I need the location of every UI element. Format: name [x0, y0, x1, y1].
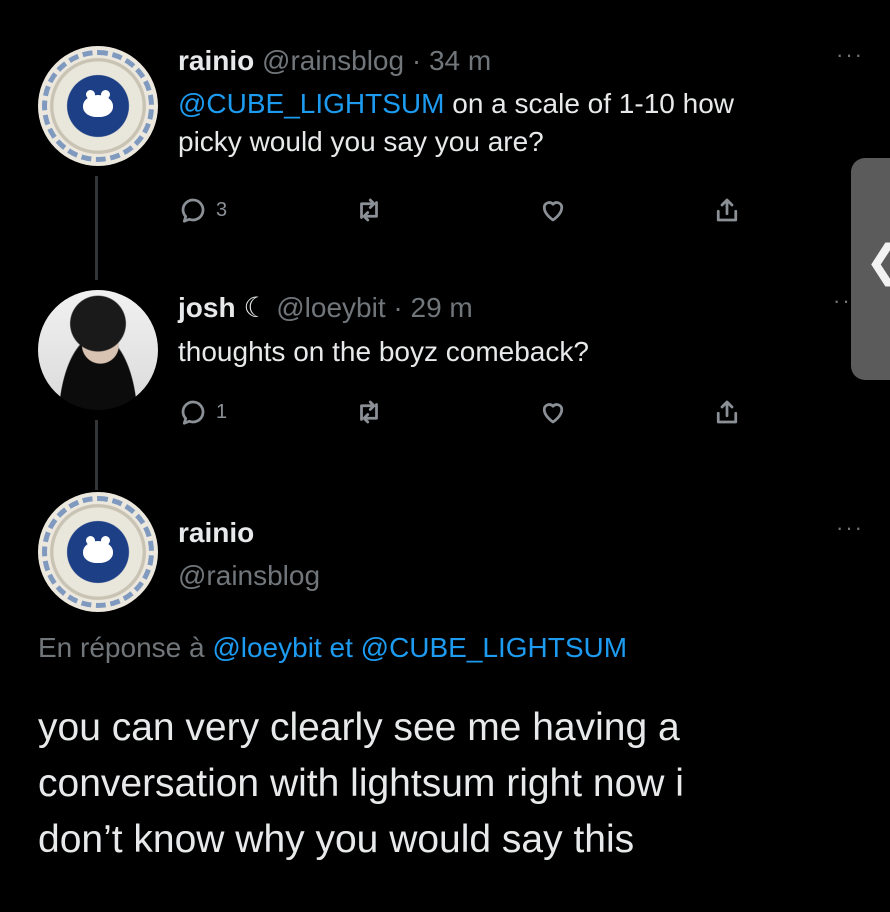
avatar[interactable]: [38, 290, 158, 410]
thread-line: [95, 176, 98, 280]
avatar[interactable]: [38, 46, 158, 166]
tweet-text-part: on a scale of 1-10 how: [444, 88, 734, 119]
handle[interactable]: @rainsblog: [178, 560, 320, 592]
display-name[interactable]: josh: [178, 292, 236, 323]
more-icon[interactable]: ···: [836, 515, 864, 541]
tweet-header: josh ☾ @loeybit · 29 m: [178, 292, 473, 324]
side-panel-tab[interactable]: ❮: [851, 158, 890, 380]
reply-count: 1: [216, 400, 228, 423]
reply-count: 3: [216, 198, 228, 221]
share-icon: [716, 198, 738, 222]
handle[interactable]: @loeybit: [276, 292, 385, 323]
reply-prefix: En réponse à: [38, 632, 213, 663]
reply-conjunction: et: [321, 632, 361, 663]
tweet-header: rainio @rainsblog · 34 m: [178, 45, 491, 77]
handle[interactable]: @rainsblog: [262, 45, 404, 76]
retweet-button[interactable]: [354, 397, 384, 427]
reply-button[interactable]: 1: [178, 397, 227, 427]
display-name[interactable]: rainio: [178, 517, 254, 549]
tweet-text: thoughts on the boyz comeback?: [178, 336, 589, 367]
timestamp[interactable]: · 29 m: [393, 292, 472, 323]
like-icon: [542, 403, 564, 424]
display-name[interactable]: rainio: [178, 45, 254, 76]
moon-icon: ☾: [243, 292, 269, 323]
thread-line: [95, 420, 98, 490]
like-button[interactable]: [538, 195, 568, 225]
more-icon[interactable]: ··: [833, 288, 852, 314]
like-button[interactable]: [538, 397, 568, 427]
tweet-text-line: don’t know why you would say this: [38, 818, 635, 861]
dog-icon: [83, 536, 113, 563]
tweet-text-line: picky would you say you are?: [178, 126, 544, 157]
tweet-text-line: you can very clearly see me having a: [38, 706, 680, 749]
like-icon: [542, 201, 564, 222]
tweet-text-line: conversation with lightsum right now i: [38, 762, 684, 805]
more-icon[interactable]: ···: [836, 42, 864, 68]
mention-link[interactable]: @CUBE_LIGHTSUM: [361, 632, 627, 663]
share-button[interactable]: [712, 195, 742, 225]
reply-icon: [181, 400, 205, 425]
retweet-icon: [360, 400, 378, 424]
main-tweet-text: you can very clearly see me having a con…: [38, 700, 868, 868]
avatar[interactable]: [38, 492, 158, 612]
reply-icon: [181, 198, 205, 223]
chevron-left-icon: ❮: [865, 236, 890, 287]
mention-link[interactable]: @CUBE_LIGHTSUM: [178, 88, 444, 119]
timestamp[interactable]: · 34 m: [412, 45, 491, 76]
dog-icon: [83, 90, 113, 117]
tweet-text: @CUBE_LIGHTSUM on a scale of 1-10 how pi…: [178, 85, 858, 161]
reply-context: En réponse à @loeybit et @CUBE_LIGHTSUM: [38, 632, 627, 664]
share-button[interactable]: [712, 397, 742, 427]
share-icon: [716, 400, 738, 424]
retweet-icon: [360, 198, 378, 222]
retweet-button[interactable]: [354, 195, 384, 225]
reply-button[interactable]: 3: [178, 195, 227, 225]
mention-link[interactable]: @loeybit: [212, 632, 321, 663]
